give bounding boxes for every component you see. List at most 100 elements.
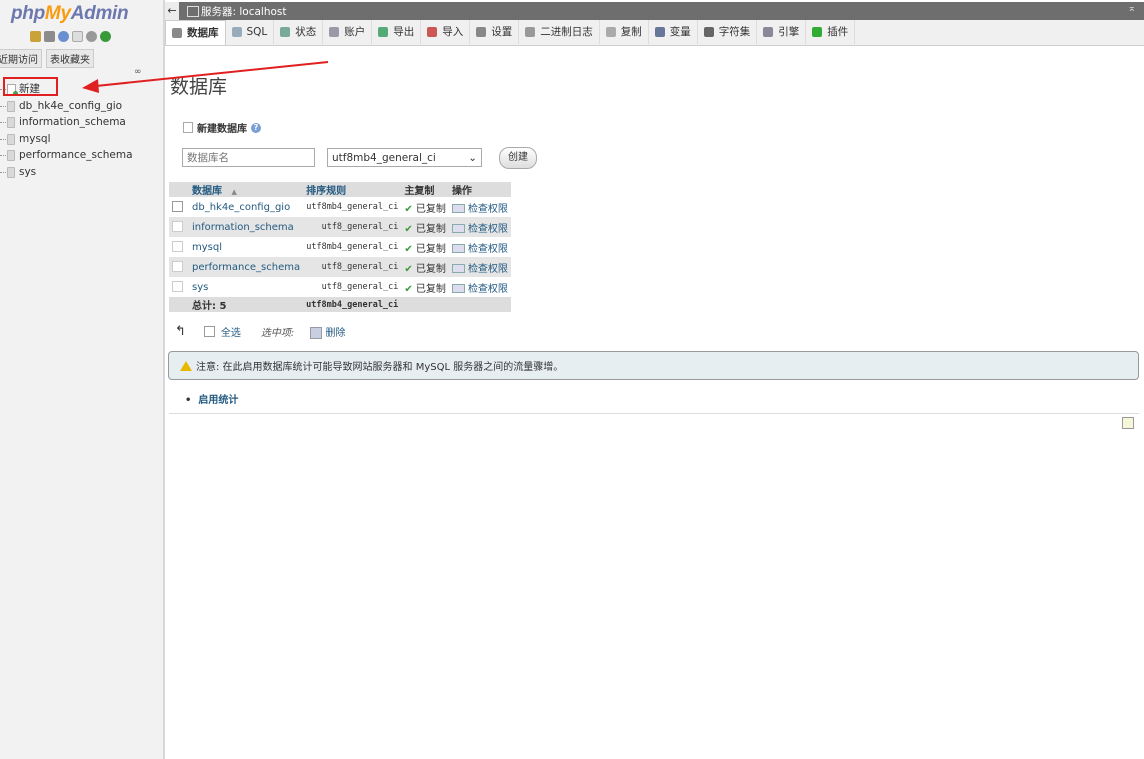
tree-item-db[interactable]: db_hk4e_config_gio [0,98,160,115]
favorites-tab[interactable]: 表收藏夹 [46,49,94,68]
database-icon [7,117,15,128]
table-row: information_schema utf8_general_ci ✔ 已复制… [169,217,511,237]
check-privileges-link[interactable]: 检查权限 [468,244,508,255]
database-name-input[interactable] [182,148,315,167]
tab-import[interactable]: 导入 [421,20,471,44]
logout-icon[interactable] [44,31,55,42]
bulk-actions: ↰ 全选 选中项: 删除 [175,324,345,339]
check-icon: ✔ [404,263,413,275]
tab-accounts[interactable]: 账户 [323,20,373,44]
database-icon [7,166,15,178]
total-collation: utf8mb4_general_ci [303,297,402,312]
collapse-icon[interactable]: ⌅ [1128,3,1136,14]
tree-item-db[interactable]: mysql [0,131,160,148]
sidebar-nav-icons [30,31,111,42]
check-icon: ✔ [404,203,413,215]
database-icon [7,100,15,112]
tree-item-db[interactable]: sys [0,164,160,181]
server-icon [187,6,199,17]
row-checkbox[interactable] [172,241,183,253]
import-icon [427,27,438,37]
privileges-icon [451,264,465,273]
enable-statistics-link[interactable]: 启用统计 [185,391,238,406]
tab-databases[interactable]: 数据库 [165,20,226,45]
engine-icon [763,27,774,37]
database-tab-icon [172,28,182,38]
collation-value: utf8mb4_general_ci [303,237,402,257]
reload-icon[interactable] [100,31,111,42]
delete-icon [310,327,323,339]
check-icon: ✔ [404,243,413,255]
replication-icon [605,27,616,37]
help-icon[interactable] [58,31,69,42]
docs-icon[interactable] [72,31,83,42]
chevron-down-icon: ⌄ [468,151,477,164]
collation-value: utf8_general_ci [303,217,402,237]
warning-icon [180,360,192,371]
column-header-database[interactable]: 数据库 ▲ [189,182,304,197]
tab-replication[interactable]: 复制 [600,20,649,44]
privileges-icon [451,244,465,253]
tab-settings[interactable]: 设置 [470,20,520,44]
collation-value: utf8mb4_general_ci [303,197,402,217]
row-checkbox[interactable] [172,201,183,213]
tab-export[interactable]: 导出 [372,20,422,44]
with-selected-label: 选中项: [260,328,295,339]
select-all-checkbox[interactable] [203,326,215,337]
row-checkbox[interactable] [172,221,183,233]
databases-table: 数据库 ▲ 排序规则 主复制 操作 db_hk4e_config_gio utf… [169,182,511,312]
phpmyadmin-logo[interactable]: phpMyAdmin [11,3,129,25]
server-breadcrumb[interactable]: 服务器: localhost [201,4,287,19]
tab-plugins[interactable]: 插件 [806,20,856,44]
tab-sql[interactable]: SQL [226,20,275,44]
row-checkbox[interactable] [172,261,183,273]
check-privileges-link[interactable]: 检查权限 [468,284,508,295]
binlog-icon [525,27,536,37]
tree-item-db[interactable]: information_schema [0,114,160,131]
database-link[interactable]: information_schema [192,222,294,233]
row-checkbox[interactable] [172,281,183,293]
help-icon[interactable]: ? [251,122,261,133]
check-privileges-link[interactable]: 检查权限 [468,264,508,275]
tab-status[interactable]: 状态 [274,20,324,44]
plugin-icon [812,27,823,37]
column-header-replication: 主复制 [401,182,449,197]
check-icon: ✔ [404,223,413,235]
select-all-link[interactable]: 全选 [221,324,241,339]
total-count: 总计: 5 [189,297,304,312]
check-icon: ✔ [404,283,413,295]
arrow-up-left-icon: ↰ [175,324,186,339]
database-icon [7,133,15,145]
privileges-icon [451,284,465,293]
back-arrow-icon[interactable]: ← [165,2,179,20]
tab-variables[interactable]: 变量 [649,20,698,44]
database-link[interactable]: performance_schema [192,262,300,273]
table-total-row: 总计: 5 utf8mb4_general_ci [169,297,511,312]
console-icon[interactable] [1122,417,1134,429]
main-panel: 数据库 新建数据库 ? utf8mb4_general_ci ⌄ 创建 数据库 … [165,46,1144,759]
tree-item-db[interactable]: performance_schema [0,147,160,164]
database-link[interactable]: db_hk4e_config_gio [192,202,290,213]
home-icon[interactable] [30,31,41,42]
status-icon [280,27,291,37]
main-tabs: 数据库 SQL 状态 账户 导出 导入 设置 二进制日志 复制 变量 字符集 引… [165,20,1144,46]
collation-select[interactable]: utf8mb4_general_ci ⌄ [327,148,482,167]
check-privileges-link[interactable]: 检查权限 [468,224,508,235]
link-with-main-panel-icon[interactable]: ∞ [134,67,142,77]
page-title: 数据库 [170,76,228,98]
delete-button[interactable]: 删除 [325,328,345,339]
table-row: sys utf8_general_ci ✔ 已复制 检查权限 [169,277,511,297]
tab-engines[interactable]: 引擎 [757,20,807,44]
create-button[interactable]: 创建 [499,147,537,169]
tab-charsets[interactable]: 字符集 [698,20,758,44]
column-header-collation[interactable]: 排序规则 [303,182,402,197]
tab-binlog[interactable]: 二进制日志 [519,20,600,44]
recent-tab[interactable]: 近期访问 [0,49,42,68]
sql-icon [231,27,242,37]
database-link[interactable]: mysql [192,242,222,253]
database-link[interactable]: sys [192,282,208,293]
check-privileges-link[interactable]: 检查权限 [468,204,508,215]
sidebar-tabs: 近期访问 表收藏夹 [0,49,94,68]
settings-icon[interactable] [86,31,97,42]
statistics-notice: 注意: 在此启用数据库统计可能导致网站服务器和 MySQL 服务器之间的流量骤增… [168,351,1139,380]
